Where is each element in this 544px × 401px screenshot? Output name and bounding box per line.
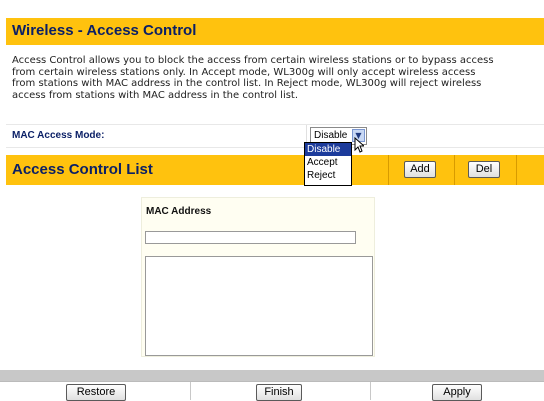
mac-access-mode-dropdown: Disable Accept Reject — [304, 142, 352, 186]
del-button[interactable]: Del — [468, 161, 500, 178]
divider — [370, 382, 371, 400]
mac-address-input[interactable] — [145, 231, 356, 244]
footer-button-row: Restore Finish Apply — [0, 381, 544, 401]
mac-address-panel: MAC Address — [141, 197, 375, 357]
divider — [190, 382, 191, 400]
page-title: Wireless - Access Control — [12, 22, 197, 39]
dropdown-option-reject[interactable]: Reject — [305, 169, 351, 182]
finish-button[interactable]: Finish — [256, 384, 302, 401]
mac-access-mode-value: Disable — [314, 130, 348, 141]
dropdown-option-accept[interactable]: Accept — [305, 156, 351, 169]
mouse-pointer-icon — [354, 137, 364, 153]
mac-address-header: MAC Address — [146, 206, 212, 217]
restore-button[interactable]: Restore — [66, 384, 126, 401]
dropdown-option-disable[interactable]: Disable — [305, 143, 351, 156]
page-title-bar: Wireless - Access Control — [6, 18, 544, 45]
divider — [388, 155, 390, 185]
access-control-list-bar: Access Control List Add Del — [6, 155, 544, 185]
add-button[interactable]: Add — [404, 161, 436, 178]
mac-access-mode-label: MAC Access Mode: — [12, 130, 105, 141]
access-control-list-title: Access Control List — [12, 161, 153, 178]
mac-access-mode-row: MAC Access Mode: Disable ▼ — [6, 124, 544, 148]
page-description: Access Control allows you to block the a… — [12, 55, 494, 101]
divider — [454, 155, 456, 185]
apply-button[interactable]: Apply — [432, 384, 482, 401]
footer-bar — [0, 370, 544, 381]
divider — [516, 155, 518, 185]
mac-address-list[interactable] — [145, 256, 373, 356]
